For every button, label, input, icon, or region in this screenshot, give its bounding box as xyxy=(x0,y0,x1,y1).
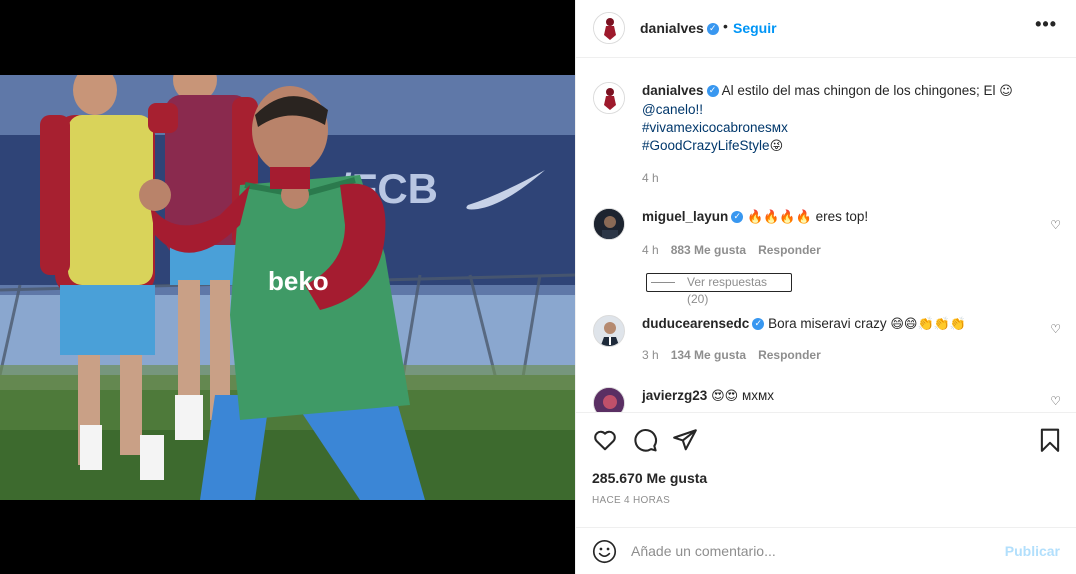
post-media-panel: /FCB beko xyxy=(0,0,575,574)
post-header: danialves ✓ • Seguir ••• xyxy=(576,0,1076,58)
view-replies-line xyxy=(651,282,675,283)
view-replies-label: Ver respuestas (20) xyxy=(687,275,768,306)
heart-eyes-emojis: 😍😍 xyxy=(711,389,739,404)
comment-time: 4 h xyxy=(642,243,659,257)
comment-likes[interactable]: 883 Me gusta xyxy=(671,243,746,257)
caption-time: 4 h xyxy=(642,171,659,185)
verified-badge-icon: ✓ xyxy=(706,85,719,98)
reply-button[interactable]: Responder xyxy=(758,243,821,257)
publish-button[interactable]: Publicar xyxy=(1005,543,1060,559)
laughing-clap-emojis: 😄😄👏👏👏 xyxy=(890,317,967,332)
comment-like-heart-icon[interactable]: ♡ xyxy=(1050,394,1061,408)
author-username[interactable]: danialves xyxy=(640,20,704,36)
heart-icon[interactable] xyxy=(592,427,618,453)
comment-composer: Publicar xyxy=(576,527,1076,574)
post-side-panel: danialves ✓ • Seguir ••• danialves ✓ Al es… xyxy=(575,0,1076,574)
post-actions: 285.670 Me gusta HACE 4 HORAS xyxy=(576,412,1076,520)
author-avatar[interactable] xyxy=(593,12,625,44)
follow-button[interactable]: Seguir xyxy=(733,20,777,36)
comment-username[interactable]: javierzg23 xyxy=(642,388,707,403)
comment-body: мхмх xyxy=(741,388,774,403)
smiling-face-emoji-icon: ☺ xyxy=(999,84,1013,99)
comment-row: duducearensedc ✓ Bora miseravi crazy 😄😄👏👏… xyxy=(576,315,1076,375)
comment-like-heart-icon[interactable]: ♡ xyxy=(1050,322,1061,336)
instagram-post-viewer: /FCB beko danialves ✓ • Seguir ••• dania… xyxy=(0,0,1076,574)
comment-icon[interactable] xyxy=(632,427,658,453)
author-username-row[interactable]: danialves ✓ xyxy=(640,20,719,36)
caption-row: danialves ✓ Al estilo del mas chingon de … xyxy=(576,82,1076,192)
comment-likes[interactable]: 134 Me gusta xyxy=(671,348,746,362)
post-photo[interactable]: /FCB beko xyxy=(0,75,575,500)
hashtag-link-1[interactable]: #vivamexicocabronesмх xyxy=(642,120,788,135)
comment-avatar[interactable] xyxy=(593,208,625,240)
verified-badge-icon: ✓ xyxy=(706,23,719,36)
comment-input[interactable] xyxy=(631,540,991,562)
caption-text: danialves ✓ Al estilo del mas chingon de … xyxy=(642,82,1042,156)
post-timestamp[interactable]: HACE 4 HORAS xyxy=(592,495,670,506)
caption-username[interactable]: danialves xyxy=(642,83,704,98)
comment-text: duducearensedc ✓ Bora miseravi crazy 😄😄👏👏… xyxy=(642,315,1042,334)
comment-avatar[interactable] xyxy=(593,315,625,347)
more-options-icon[interactable]: ••• xyxy=(1035,14,1057,35)
comment-row: javierzg23 😍😍 мхмх ♡ xyxy=(576,387,1076,412)
comment-like-heart-icon[interactable]: ♡ xyxy=(1050,218,1061,232)
separator-dot: • xyxy=(723,18,728,34)
shirt-logo-text: beko xyxy=(268,266,329,296)
caption-avatar[interactable] xyxy=(593,82,625,114)
comment-username[interactable]: duducearensedc xyxy=(642,316,749,331)
caption-body: Al estilo del mas chingon de los chingon… xyxy=(721,83,996,98)
caption-meta: 4 h xyxy=(642,171,671,185)
view-replies-button[interactable]: Ver respuestas (20) xyxy=(646,273,792,306)
smiley-icon[interactable] xyxy=(592,539,617,564)
comments-section[interactable]: danialves ✓ Al estilo del mas chingon de … xyxy=(576,58,1076,412)
verified-badge-icon: ✓ xyxy=(752,318,765,331)
paper-plane-icon[interactable] xyxy=(672,427,698,453)
mention-link[interactable]: @canelo!! xyxy=(642,102,703,117)
likes-count[interactable]: 285.670 Me gusta xyxy=(592,470,707,486)
hashtag-link-2[interactable]: #GoodCrazyLifeStyle xyxy=(642,138,770,153)
comment-text: javierzg23 😍😍 мхмх xyxy=(642,387,1042,406)
comment-username[interactable]: miguel_layun xyxy=(642,209,728,224)
comment-meta: 4 h 883 Me gusta Responder xyxy=(642,243,833,257)
fire-emojis: 🔥🔥🔥🔥 xyxy=(747,210,812,225)
comment-text: miguel_layun ✓ 🔥🔥🔥🔥 eres top! xyxy=(642,208,1042,227)
reply-button[interactable]: Responder xyxy=(758,348,821,362)
comment-avatar[interactable] xyxy=(593,387,625,412)
comment-meta: 3 h 134 Me gusta Responder xyxy=(642,348,833,362)
winking-face-emoji-icon: 😜 xyxy=(769,139,784,154)
bookmark-icon[interactable] xyxy=(1037,427,1063,453)
comment-body: Bora miseravi crazy xyxy=(768,316,887,331)
verified-badge-icon: ✓ xyxy=(731,211,744,224)
comment-time: 3 h xyxy=(642,348,659,362)
comment-body: eres top! xyxy=(815,209,869,224)
